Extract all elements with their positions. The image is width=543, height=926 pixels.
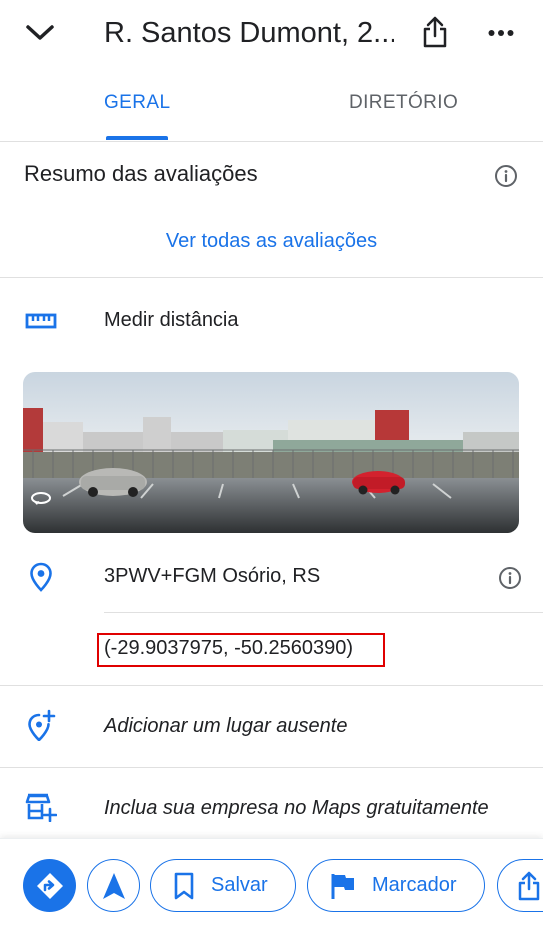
street-view-image — [23, 372, 519, 533]
directions-button[interactable] — [23, 859, 76, 912]
plus-code-info-icon[interactable] — [498, 566, 522, 590]
more-horizontal-icon — [488, 30, 514, 36]
directions-icon — [36, 872, 63, 899]
label-button[interactable]: Marcador — [307, 859, 485, 912]
street-view-photo[interactable] — [23, 372, 519, 533]
ruler-icon — [25, 313, 57, 329]
street-view-360-icon — [31, 492, 51, 505]
share-button[interactable] — [418, 14, 452, 50]
page-title: R. Santos Dumont, 2... — [104, 17, 394, 49]
navigation-arrow-icon — [102, 872, 125, 899]
add-location-icon — [28, 709, 56, 741]
info-icon[interactable] — [494, 164, 518, 188]
measure-distance-label[interactable]: Medir distância — [104, 309, 239, 332]
tab-diretorio[interactable]: DIRETÓRIO — [349, 92, 458, 114]
measure-distance-row[interactable] — [24, 306, 58, 336]
active-tab-indicator — [106, 136, 168, 140]
divider — [0, 767, 543, 768]
share-icon — [423, 16, 447, 48]
reviews-summary-title: Resumo das avaliações — [24, 161, 258, 186]
more-options-button[interactable] — [484, 18, 518, 48]
coordinates-text[interactable]: (-29.9037975, -50.2560390) — [104, 637, 353, 660]
location-pin-icon — [30, 562, 52, 592]
divider — [0, 685, 543, 686]
tab-bar: GERAL DIRETÓRIO — [0, 66, 543, 142]
chevron-down-icon — [26, 25, 54, 40]
share-place-button[interactable] — [497, 859, 543, 912]
add-business-row-icon — [24, 792, 58, 822]
flag-icon — [330, 872, 356, 900]
bottom-action-bar: Salvar Marcador — [0, 838, 543, 926]
divider — [104, 612, 543, 613]
share-icon — [518, 871, 540, 900]
add-business-icon — [25, 793, 57, 822]
place-header: R. Santos Dumont, 2... — [0, 0, 543, 66]
location-row-icon — [24, 562, 58, 592]
plus-code-text[interactable]: 3PWV+FGM Osório, RS — [104, 565, 320, 588]
see-all-reviews-link[interactable]: Ver todas as avaliações — [0, 230, 543, 253]
bookmark-icon — [173, 872, 195, 900]
save-button[interactable]: Salvar — [150, 859, 296, 912]
add-business-link[interactable]: Inclua sua empresa no Maps gratuitamente — [104, 797, 489, 820]
label-button-label: Marcador — [372, 874, 457, 896]
add-place-row-icon — [24, 709, 58, 741]
add-missing-place-link[interactable]: Adicionar um lugar ausente — [104, 715, 347, 738]
divider — [0, 277, 543, 278]
tab-geral[interactable]: GERAL — [104, 92, 170, 114]
collapse-button[interactable] — [22, 18, 58, 48]
start-navigation-button[interactable] — [87, 859, 140, 912]
save-button-label: Salvar — [211, 874, 268, 896]
